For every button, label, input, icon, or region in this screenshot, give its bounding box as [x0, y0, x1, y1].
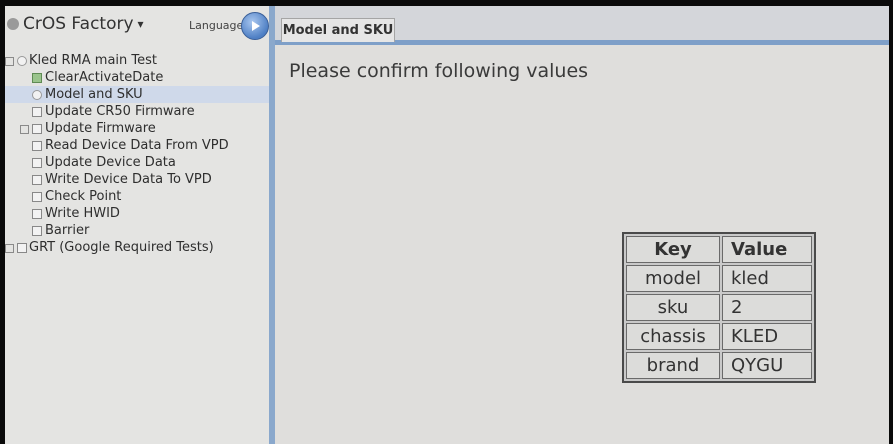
- status-icon: [32, 141, 42, 151]
- sidebar: CrOS Factory ▾ Language Kled RMA main Te…: [5, 6, 275, 444]
- tree-item-label: Read Device Data From VPD: [45, 138, 229, 153]
- expand-icon[interactable]: [20, 125, 29, 134]
- language-button[interactable]: [241, 12, 269, 40]
- column-header-key: Key: [626, 236, 720, 263]
- sidebar-header: CrOS Factory ▾ Language: [5, 6, 269, 50]
- tree-item-label: Update Firmware: [45, 121, 156, 136]
- gear-icon: [7, 18, 19, 30]
- expand-icon[interactable]: [5, 244, 14, 253]
- tree-item-label: Barrier: [45, 223, 90, 238]
- tree-root-grt[interactable]: GRT (Google Required Tests): [5, 239, 269, 256]
- value-cell: KLED: [722, 323, 812, 350]
- status-icon: [17, 243, 27, 253]
- tree-item[interactable]: Update CR50 Firmware: [5, 103, 269, 120]
- key-cell: brand: [626, 352, 720, 379]
- tree-item[interactable]: Barrier: [5, 222, 269, 239]
- status-icon: [32, 124, 42, 134]
- tree-item-label: Write Device Data To VPD: [45, 172, 212, 187]
- table-row: sku 2: [626, 294, 812, 321]
- play-icon: [252, 21, 260, 31]
- tree-item[interactable]: Check Point: [5, 188, 269, 205]
- status-icon: [32, 192, 42, 202]
- status-icon: [17, 56, 27, 66]
- status-icon: [32, 226, 42, 236]
- tree-item[interactable]: Read Device Data From VPD: [5, 137, 269, 154]
- table-row: chassis KLED: [626, 323, 812, 350]
- tab-model-and-sku[interactable]: Model and SKU: [281, 18, 395, 42]
- tree-item-label: Update Device Data: [45, 155, 176, 170]
- tree-item[interactable]: Update Device Data: [5, 154, 269, 171]
- tree-item[interactable]: Update Firmware: [5, 120, 269, 137]
- tree-root-label: Kled RMA main Test: [29, 53, 158, 68]
- active-status-icon: [32, 73, 42, 83]
- app-menu[interactable]: CrOS Factory ▾: [7, 14, 144, 34]
- main-panel: Model and SKU Please confirm following v…: [275, 6, 889, 444]
- table-row: model kled: [626, 265, 812, 292]
- tree-item-label: Write HWID: [45, 206, 120, 221]
- status-icon: [32, 107, 42, 117]
- test-tree: Kled RMA main Test ClearActivateDate Mod…: [5, 52, 269, 256]
- collapse-icon[interactable]: [5, 57, 14, 66]
- tree-item[interactable]: Write HWID: [5, 205, 269, 222]
- status-icon: [32, 175, 42, 185]
- table-header-row: Key Value: [626, 236, 812, 263]
- language-label: Language: [189, 19, 244, 32]
- key-cell: model: [626, 265, 720, 292]
- tree-root-kled[interactable]: Kled RMA main Test: [5, 52, 269, 69]
- chevron-down-icon: ▾: [137, 17, 144, 31]
- app-title: CrOS Factory: [23, 14, 134, 34]
- tree-item-label: Model and SKU: [45, 87, 143, 102]
- values-table: Key Value model kled sku 2 chassis KLED …: [622, 232, 816, 383]
- tree-item-label: Update CR50 Firmware: [45, 104, 195, 119]
- factory-screen: CrOS Factory ▾ Language Kled RMA main Te…: [5, 6, 889, 444]
- key-cell: chassis: [626, 323, 720, 350]
- value-cell: kled: [722, 265, 812, 292]
- key-cell: sku: [626, 294, 720, 321]
- tree-item-label: Check Point: [45, 189, 122, 204]
- status-icon: [32, 90, 42, 100]
- table-row: brand QYGU: [626, 352, 812, 379]
- confirm-prompt: Please confirm following values: [289, 60, 589, 82]
- tree-item-selected[interactable]: Model and SKU: [5, 86, 269, 103]
- status-icon: [32, 209, 42, 219]
- value-cell: 2: [722, 294, 812, 321]
- status-icon: [32, 158, 42, 168]
- column-header-value: Value: [722, 236, 812, 263]
- tree-item[interactable]: ClearActivateDate: [5, 69, 269, 86]
- tree-item[interactable]: Write Device Data To VPD: [5, 171, 269, 188]
- tab-bar: Model and SKU: [275, 6, 889, 45]
- tree-item-label: ClearActivateDate: [45, 70, 164, 85]
- tree-root-label: GRT (Google Required Tests): [29, 240, 214, 255]
- value-cell: QYGU: [722, 352, 812, 379]
